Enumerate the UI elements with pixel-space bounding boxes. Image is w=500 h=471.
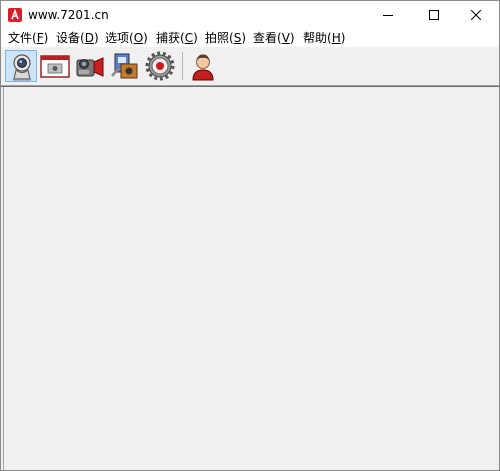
menu-capture-key: C xyxy=(184,31,194,45)
window-capture-icon xyxy=(40,55,70,78)
menu-file-end: ) xyxy=(43,31,49,45)
window-capture-button[interactable] xyxy=(39,50,71,82)
menu-bar: 文件(F) 设备(D) 选项(O) 捕获(C) 拍照(S) 查看(V) 帮助(H… xyxy=(1,29,499,47)
menu-device-key: D xyxy=(84,31,94,45)
menu-device-end: ) xyxy=(93,31,99,45)
media-tools-icon xyxy=(111,53,138,79)
menu-capture-label: 捕获( xyxy=(156,31,185,45)
menu-help-label: 帮助( xyxy=(303,31,332,45)
camcorder-button[interactable] xyxy=(74,50,106,82)
toolbar-separator xyxy=(182,52,183,80)
menu-help-key: H xyxy=(331,31,341,45)
user-avatar-icon xyxy=(192,54,214,81)
app-logo-icon xyxy=(8,8,22,22)
record-gear-icon xyxy=(145,51,175,81)
app-window: www.7201.cn 文件(F) 设备(D) 选项(O) 捕获(C) 拍照(S… xyxy=(0,0,500,471)
menu-options-end: ) xyxy=(143,31,148,45)
menu-capture[interactable]: 捕获(C) xyxy=(156,29,198,47)
menu-photo[interactable]: 拍照(S) xyxy=(205,29,246,47)
menu-view-key: V xyxy=(281,31,290,45)
webcam-button[interactable] xyxy=(5,50,37,82)
title-bar[interactable]: www.7201.cn xyxy=(1,1,499,29)
menu-file[interactable]: 文件(F) xyxy=(8,29,48,47)
menu-options[interactable]: 选项(O) xyxy=(105,29,148,47)
video-preview-area[interactable] xyxy=(1,86,499,470)
close-button[interactable] xyxy=(453,1,499,29)
window-title: www.7201.cn xyxy=(28,8,109,22)
menu-help-end: ) xyxy=(340,31,346,45)
menu-device[interactable]: 设备(D) xyxy=(56,29,99,47)
maximize-button[interactable] xyxy=(411,1,457,29)
camcorder-icon xyxy=(76,57,104,77)
menu-help[interactable]: 帮助(H) xyxy=(303,29,345,47)
minimize-icon xyxy=(383,15,393,16)
user-button[interactable] xyxy=(187,50,219,82)
menu-options-key: O xyxy=(133,31,144,45)
menu-view-label: 查看( xyxy=(253,31,282,45)
menu-capture-end: ) xyxy=(193,31,198,45)
menu-photo-end: ) xyxy=(241,31,246,45)
menu-view[interactable]: 查看(V) xyxy=(253,29,295,47)
minimize-button[interactable] xyxy=(365,1,411,29)
menu-file-key: F xyxy=(36,31,44,45)
menu-file-label: 文件( xyxy=(8,31,37,45)
maximize-icon xyxy=(429,10,439,20)
webcam-icon xyxy=(13,54,31,81)
close-icon xyxy=(471,10,481,20)
menu-device-label: 设备( xyxy=(56,31,85,45)
preview-frame xyxy=(3,87,498,470)
record-settings-button[interactable] xyxy=(144,50,176,82)
menu-photo-label: 拍照( xyxy=(205,31,234,45)
media-tools-button[interactable] xyxy=(109,50,141,82)
menu-view-end: ) xyxy=(289,31,295,45)
toolbar xyxy=(1,47,499,86)
menu-options-label: 选项( xyxy=(105,31,134,45)
